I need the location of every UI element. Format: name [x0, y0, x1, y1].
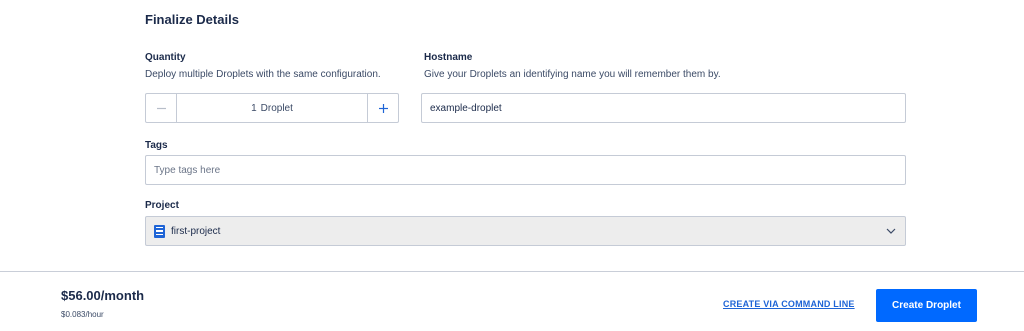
quantity-unit: Droplet — [260, 102, 293, 114]
plus-icon — [378, 103, 388, 113]
tags-input[interactable] — [145, 155, 906, 185]
tags-label: Tags — [145, 140, 168, 151]
project-label: Project — [145, 200, 179, 211]
hostname-input[interactable] — [421, 93, 906, 123]
quantity-label: Quantity — [145, 52, 186, 63]
quantity-stepper: 1 Droplet — [145, 93, 399, 123]
section-title: Finalize Details — [145, 12, 239, 27]
increment-button[interactable] — [367, 94, 398, 122]
quantity-number: 1 — [251, 102, 257, 114]
quantity-help: Deploy multiple Droplets with the same c… — [145, 69, 381, 80]
project-selected-value: first-project — [171, 225, 221, 237]
create-via-command-line-link[interactable]: CREATE VIA COMMAND LINE — [723, 299, 855, 309]
quantity-value: 1 Droplet — [177, 94, 367, 122]
monthly-price: $56.00/month — [61, 288, 145, 303]
hostname-help: Give your Droplets an identifying name y… — [424, 69, 721, 80]
create-droplet-button[interactable]: Create Droplet — [876, 289, 977, 322]
hourly-price: $0.083/hour — [61, 310, 104, 319]
hostname-label: Hostname — [424, 52, 473, 63]
project-icon — [154, 224, 165, 238]
footer-divider — [0, 271, 1024, 272]
project-select[interactable]: first-project — [145, 216, 906, 246]
chevron-down-icon — [886, 228, 896, 234]
decrement-button[interactable] — [146, 94, 177, 122]
minus-icon — [156, 107, 166, 109]
